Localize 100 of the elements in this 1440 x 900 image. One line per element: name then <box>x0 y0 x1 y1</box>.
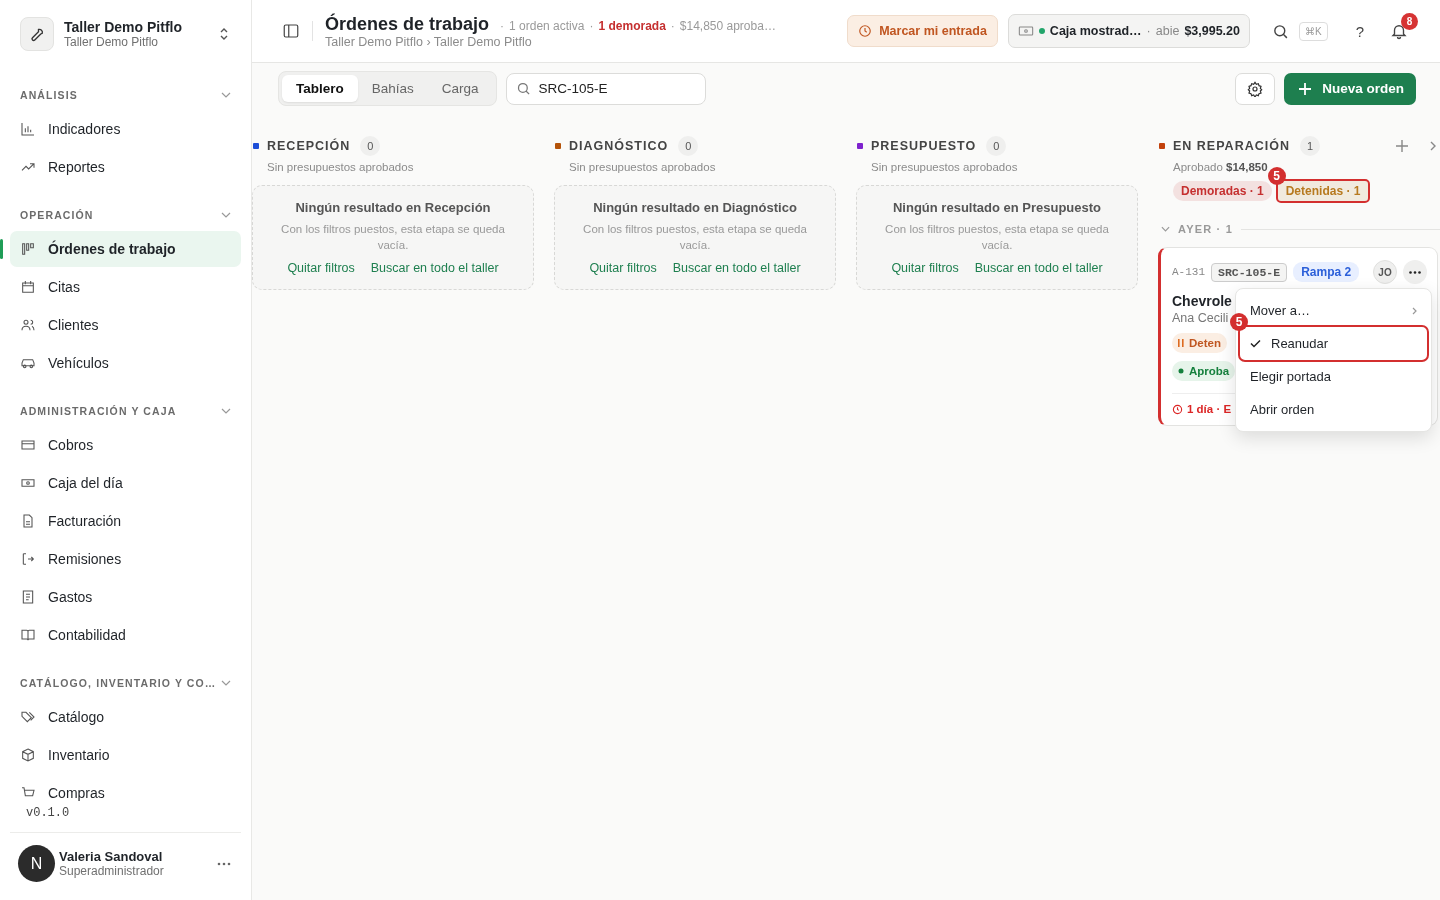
nav-item[interactable]: Reportes <box>10 149 241 185</box>
nav-item[interactable]: Indicadores <box>10 111 241 147</box>
chevron-right-icon[interactable] <box>1430 141 1436 151</box>
nav-item[interactable]: Vehículos <box>10 345 241 381</box>
sidebar-toggle-icon[interactable] <box>282 22 300 40</box>
stage-title: DIAGNÓSTICO <box>569 139 669 153</box>
users-icon <box>20 317 36 333</box>
clock-icon <box>858 24 873 38</box>
vehicle-name: Chevrole <box>1172 293 1232 309</box>
step-badge: 5 <box>1267 167 1286 185</box>
document-icon <box>20 513 36 529</box>
workspace-name: Taller Demo Pitflo <box>64 19 183 35</box>
plus-icon <box>1298 81 1313 96</box>
nav-item[interactable]: Cobros <box>10 427 241 463</box>
action-link[interactable]: Quitar filtros <box>891 261 959 275</box>
nav-item[interactable]: Remisiones <box>10 541 241 577</box>
stage-summary: Aprobado $14,850 <box>1172 161 1269 173</box>
step-badge: 5 <box>1230 313 1248 331</box>
register-status: abie <box>1155 24 1180 38</box>
notification-count: 8 <box>1401 13 1418 30</box>
export-icon <box>20 551 36 567</box>
summary-text: 1 demorada <box>598 18 666 33</box>
nav-item[interactable]: Compras <box>10 775 241 802</box>
settings-button[interactable] <box>1235 72 1276 105</box>
bell-icon[interactable] <box>1390 22 1408 40</box>
book-icon <box>20 627 36 643</box>
empty-title: Ningún resultado en Diagnóstico <box>593 200 797 215</box>
separator-dot: · <box>670 18 675 33</box>
stage-title: EN REPARACIÓN <box>1173 139 1290 153</box>
clock-in-button[interactable]: Marcar mi entrada <box>847 15 998 47</box>
clock-icon <box>1172 403 1183 415</box>
nav-item[interactable]: Gastos <box>10 579 241 615</box>
action-link[interactable]: Quitar filtros <box>287 261 355 275</box>
user-name: Valeria Sandoval <box>59 849 164 864</box>
customer-name: Ana Cecili <box>1172 311 1229 325</box>
stage-summary: Sin presupuestos aprobados <box>870 161 1019 173</box>
user-avatar: N <box>18 845 55 882</box>
menu-item[interactable]: Elegir portada <box>1240 360 1427 393</box>
empty-title: Ningún resultado en Presupuesto <box>893 200 1101 215</box>
view-tab[interactable]: Carga <box>427 75 493 102</box>
nav-item[interactable]: Contabilidad <box>10 617 241 653</box>
action-link[interactable]: Buscar en todo el taller <box>370 261 499 275</box>
card-icon <box>20 437 36 453</box>
status-tag: Aproba <box>1172 361 1236 381</box>
chevron-right-icon <box>1412 306 1417 315</box>
section-title: ANÁLISIS <box>20 89 78 101</box>
section-title: ADMINISTRACIÓN Y CAJA <box>20 405 177 417</box>
nav-item[interactable]: Catálogo <box>10 699 241 735</box>
stage-title: RECEPCIÓN <box>267 139 351 153</box>
stage-count: 1 <box>1299 136 1320 156</box>
chevron-icon[interactable] <box>221 212 231 218</box>
separator-dot: · <box>589 18 594 33</box>
empty-text: Con los filtros puestos, esta etapa se queda vacía. <box>582 222 808 253</box>
chevron-icon[interactable] <box>221 680 231 686</box>
add-icon[interactable] <box>1396 140 1408 152</box>
stage-summary: Sin presupuestos aprobados <box>266 161 415 173</box>
kanban-icon <box>20 241 36 257</box>
view-tab[interactable]: Tablero <box>282 75 358 102</box>
stage-count: 0 <box>360 136 381 156</box>
nav-item[interactable]: Facturación <box>10 503 241 539</box>
chevron-icon[interactable] <box>221 92 231 98</box>
page-title: Órdenes de trabajo <box>325 13 490 35</box>
stage-count: 0 <box>986 136 1007 156</box>
version-label: v0.1.0 <box>25 805 71 822</box>
empty-title: Ningún resultado en Recepción <box>295 200 491 215</box>
new-order-button[interactable]: Nueva orden <box>1284 72 1416 105</box>
nav-item[interactable]: Citas <box>10 269 241 305</box>
empty-text: Con los filtros puestos, esta etapa se queda vacía. <box>280 222 506 253</box>
nav-item[interactable]: Inventario <box>10 737 241 773</box>
search-field[interactable]: SRC-105-E <box>505 72 706 105</box>
switcher-icon[interactable] <box>219 27 229 41</box>
receipt-icon <box>20 589 36 605</box>
chevron-icon[interactable] <box>221 408 231 414</box>
view-tab[interactable]: Bahías <box>357 75 428 102</box>
help-button[interactable]: ? <box>1349 21 1370 41</box>
breadcrumb[interactable]: Taller Demo Pitflo › Taller Demo Pitflo <box>325 34 838 49</box>
search-icon[interactable] <box>1272 22 1289 40</box>
tag-icon <box>20 709 36 725</box>
section-title: CATÁLOGO, INVENTARIO Y CO… <box>20 677 217 689</box>
cash-register-chip[interactable]: Caja mostrad… · abie $3,995.20 <box>1007 14 1250 48</box>
wrench-icon <box>20 17 54 51</box>
time-in-stage: 1 día · E <box>1187 403 1232 415</box>
summary-text: 1 orden activa <box>509 18 585 33</box>
nav-item[interactable]: Clientes <box>10 307 241 343</box>
user-role: Superadministrador <box>59 864 165 878</box>
nav-item[interactable]: Caja del día <box>10 465 241 501</box>
assignee-avatar: JO <box>1373 260 1397 284</box>
more-icon[interactable] <box>217 861 231 866</box>
status-tag: Deten <box>1172 333 1227 353</box>
menu-item[interactable]: Abrir orden <box>1240 393 1427 426</box>
more-button[interactable] <box>1403 260 1427 284</box>
status-dot <box>1178 368 1184 374</box>
action-link[interactable]: Buscar en todo el taller <box>974 261 1103 275</box>
action-link[interactable]: Quitar filtros <box>589 261 657 275</box>
summary-text: $14,850 aproba… <box>679 18 776 33</box>
group-label: AYER · 1 <box>1178 223 1234 235</box>
action-link[interactable]: Buscar en todo el taller <box>672 261 801 275</box>
calendar-icon <box>20 279 36 295</box>
bay-tag: Rampa 2 <box>1293 262 1360 282</box>
filter-chip[interactable]: Demoradas · 1 <box>1173 181 1272 201</box>
